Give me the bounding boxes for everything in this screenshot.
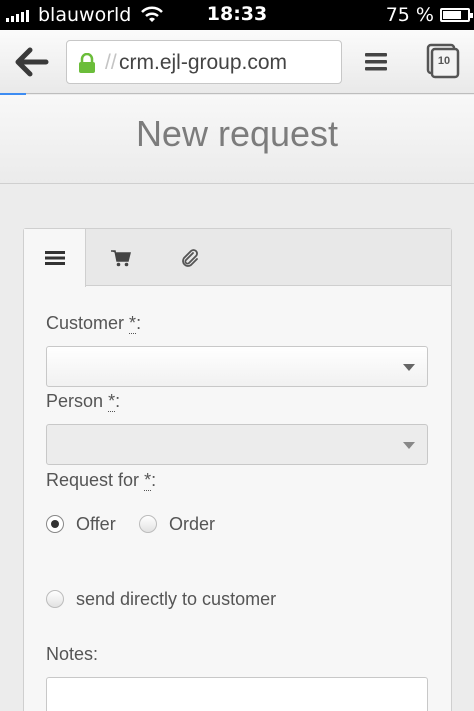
person-select[interactable] [46,424,428,465]
order-radio-label[interactable]: Order [169,514,215,535]
customer-label: Customer *: [46,313,141,334]
page-title: New request [135,113,339,154]
request-form-panel: Customer *: Person *: Request for *: Off… [23,228,452,711]
tab-attachments[interactable] [170,229,210,286]
label-colon: : [136,313,142,333]
battery-fill [443,11,461,19]
required-marker: * [129,313,137,334]
request-for-label: Request for *: [46,470,156,491]
paperclip-icon [182,248,198,267]
person-label-text: Person [46,391,104,411]
customer-label-text: Customer [46,313,125,333]
battery-percentage: 75 % [385,4,434,26]
notes-textarea[interactable] [46,677,428,711]
back-arrow-icon [15,47,49,77]
customer-select[interactable] [46,346,428,387]
send-directly-label[interactable]: send directly to customer [76,589,276,610]
tab-products[interactable] [100,229,142,286]
tabs-button[interactable]: 10 [424,42,460,80]
list-icon [44,251,65,265]
notes-label: Notes: [46,644,99,664]
status-bar: blauworld 18:33 75 % [0,0,474,30]
form-tabs [24,229,451,287]
tab-details[interactable] [24,229,86,287]
person-label: Person *: [46,391,120,412]
menu-button[interactable] [360,46,392,78]
url-scheme-separator: // [105,51,117,74]
browser-toolbar: // crm.ejl-group.com 10 [0,30,474,94]
offer-radio-label[interactable]: Offer [76,514,116,535]
battery-icon [440,8,473,22]
menu-icon [365,53,387,71]
url-text: crm.ejl-group.com [119,51,288,74]
chevron-down-icon [403,364,415,371]
back-button[interactable] [12,44,52,80]
cart-icon [111,249,131,266]
offer-radio[interactable] [46,515,64,533]
request-for-label-text: Request for [46,470,140,490]
lock-icon [79,53,95,73]
tabs-count: 10 [437,55,451,67]
page-header: New request [0,95,474,184]
label-colon: : [151,470,157,490]
send-directly-radio[interactable] [46,590,64,608]
label-colon: : [115,391,121,411]
chevron-down-icon [403,442,415,449]
address-bar[interactable]: // crm.ejl-group.com [66,40,342,84]
order-radio[interactable] [139,515,157,533]
